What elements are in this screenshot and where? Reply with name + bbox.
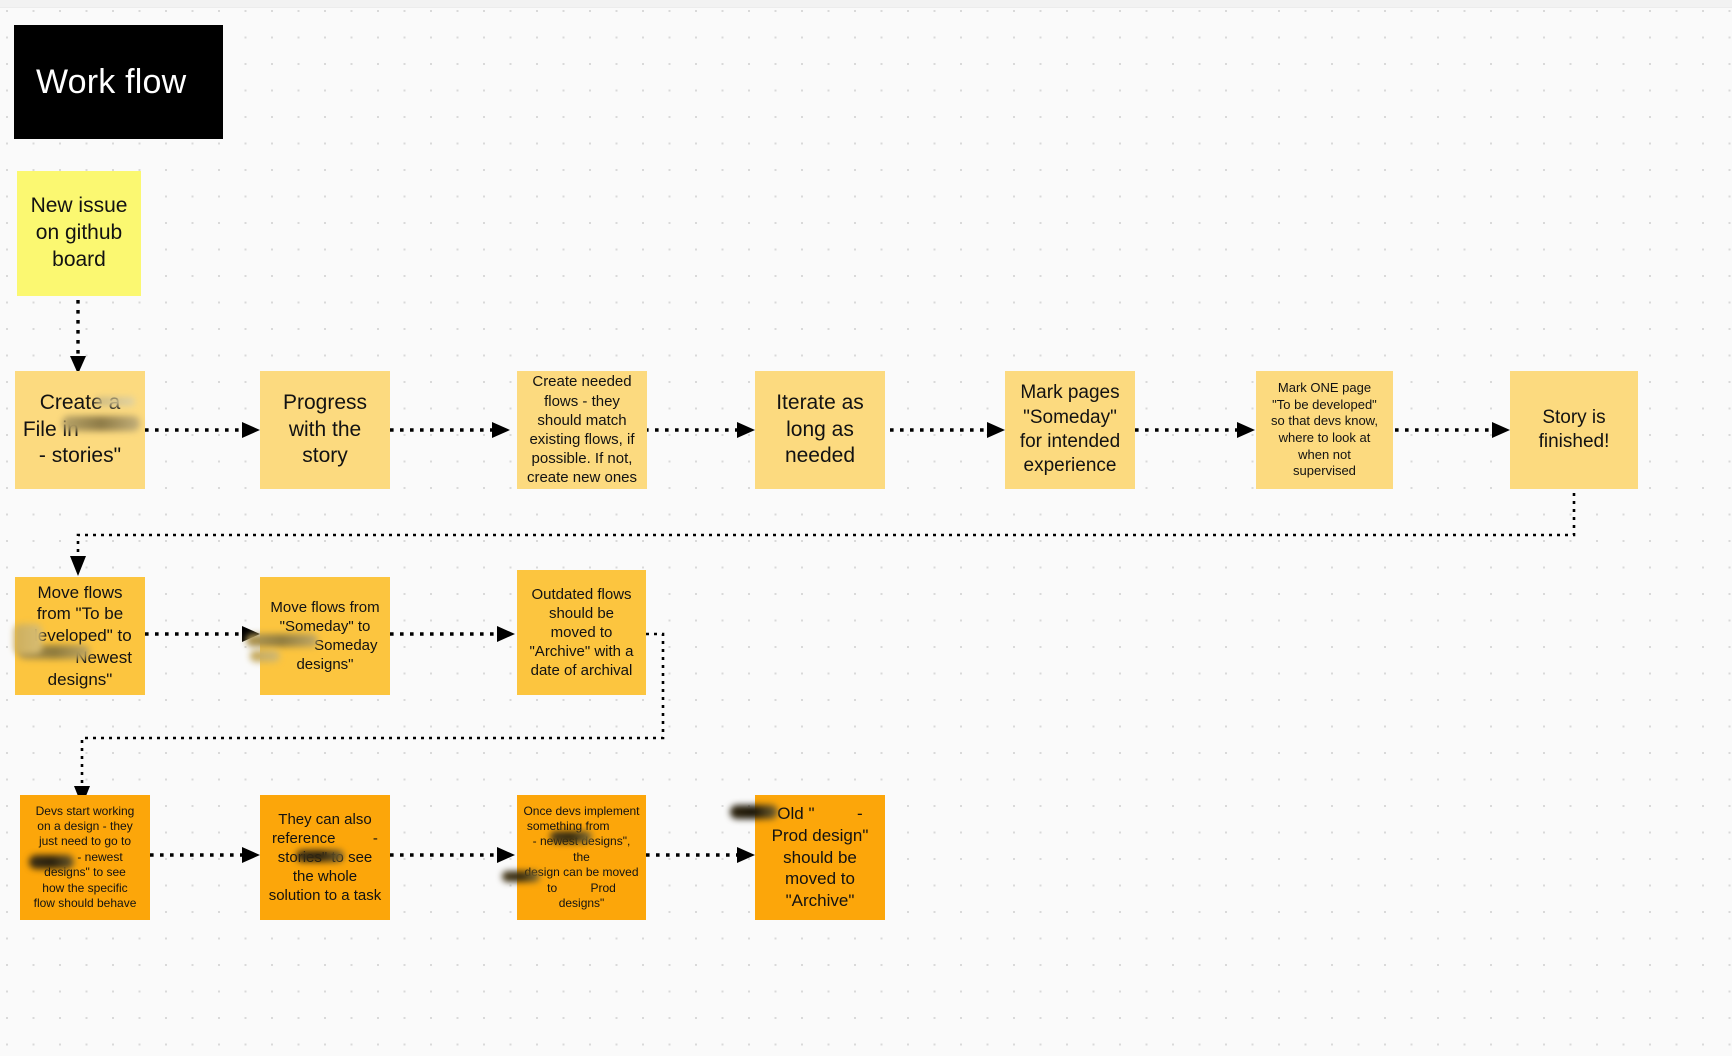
connector-row1-4-to-5 [1135, 422, 1255, 438]
sticky-create-needed-flows[interactable]: Create needed flows - they should match … [517, 371, 647, 489]
sticky-outdated-flows-archive[interactable]: Outdated flows should be moved to "Archi… [517, 570, 646, 695]
canvas-top-edge [0, 0, 1732, 8]
sticky-old-prod-design-archive-text: Old " - Prod design" should be moved to … [771, 804, 869, 911]
connector-row1-3-to-4 [890, 422, 1005, 438]
sticky-iterate-as-needed-text: Iterate as long as needed [776, 390, 864, 468]
sticky-story-finished-text: Story is finished! [1538, 406, 1610, 452]
connector-row1-5-to-6 [1395, 422, 1510, 438]
sticky-devs-start-working[interactable]: Devs start working on a design - they ju… [20, 795, 150, 920]
sticky-once-devs-implement-text: Once devs implement something from - new… [523, 803, 640, 910]
sticky-new-issue[interactable]: New issue on github board [17, 171, 141, 296]
whiteboard-canvas[interactable]: Work flow New issue on github board Crea… [0, 0, 1732, 1056]
connector-row3-0-to-1 [150, 847, 260, 863]
sticky-once-devs-implement[interactable]: Once devs implement something from - new… [517, 795, 646, 920]
sticky-outdated-flows-archive-text: Outdated flows should be moved to "Archi… [529, 585, 634, 680]
sticky-reference-stories-text: They can also reference - stories" to se… [268, 810, 382, 905]
sticky-progress-with-story-text: Progress with the story [282, 390, 368, 468]
board-title-card[interactable]: Work flow [14, 25, 223, 139]
sticky-progress-with-story[interactable]: Progress with the story [260, 371, 390, 489]
connector-row1-to-row2-wrap [70, 493, 1576, 576]
sticky-story-finished[interactable]: Story is finished! [1510, 371, 1638, 489]
connector-row3-1-to-2 [390, 847, 515, 863]
connector-row2-1-to-2 [390, 626, 515, 642]
sticky-reference-stories[interactable]: They can also reference - stories" to se… [260, 795, 390, 920]
sticky-new-issue-text: New issue on github board [30, 194, 128, 271]
sticky-mark-pages-someday[interactable]: Mark pages "Someday" for intended experi… [1005, 371, 1135, 489]
sticky-create-file-text: Create a File in - stories" [22, 390, 122, 468]
sticky-create-file[interactable]: Create a File in - stories" [15, 371, 145, 489]
sticky-devs-start-working-text: Devs start working on a design - they ju… [33, 803, 137, 910]
sticky-move-flows-someday[interactable]: Move flows from "Someday" to Someday des… [260, 577, 390, 695]
sticky-mark-one-page-text: Mark ONE page "To be developed" so that … [1271, 380, 1378, 479]
connector-start-to-create-file [70, 300, 86, 374]
sticky-move-flows-to-newest[interactable]: Move flows from "To be developed" to New… [15, 577, 145, 695]
sticky-mark-pages-someday-text: Mark pages "Someday" for intended experi… [1019, 382, 1121, 477]
sticky-mark-one-page[interactable]: Mark ONE page "To be developed" so that … [1256, 371, 1393, 489]
connector-row3-2-to-3 [646, 847, 755, 863]
sticky-move-flows-someday-text: Move flows from "Someday" to Someday des… [270, 598, 380, 674]
sticky-old-prod-design-archive[interactable]: Old " - Prod design" should be moved to … [755, 795, 885, 920]
sticky-move-flows-to-newest-text: Move flows from "To be developed" to New… [28, 582, 132, 689]
sticky-iterate-as-needed[interactable]: Iterate as long as needed [755, 371, 885, 489]
sticky-create-needed-flows-text: Create needed flows - they should match … [526, 373, 638, 487]
connector-row1-0-to-1 [145, 422, 260, 438]
connector-row1-1-to-2 [390, 422, 510, 438]
connector-row1-2-to-3 [645, 422, 755, 438]
connector-row2-0-to-1 [145, 626, 260, 642]
board-title-text: Work flow [36, 62, 187, 101]
